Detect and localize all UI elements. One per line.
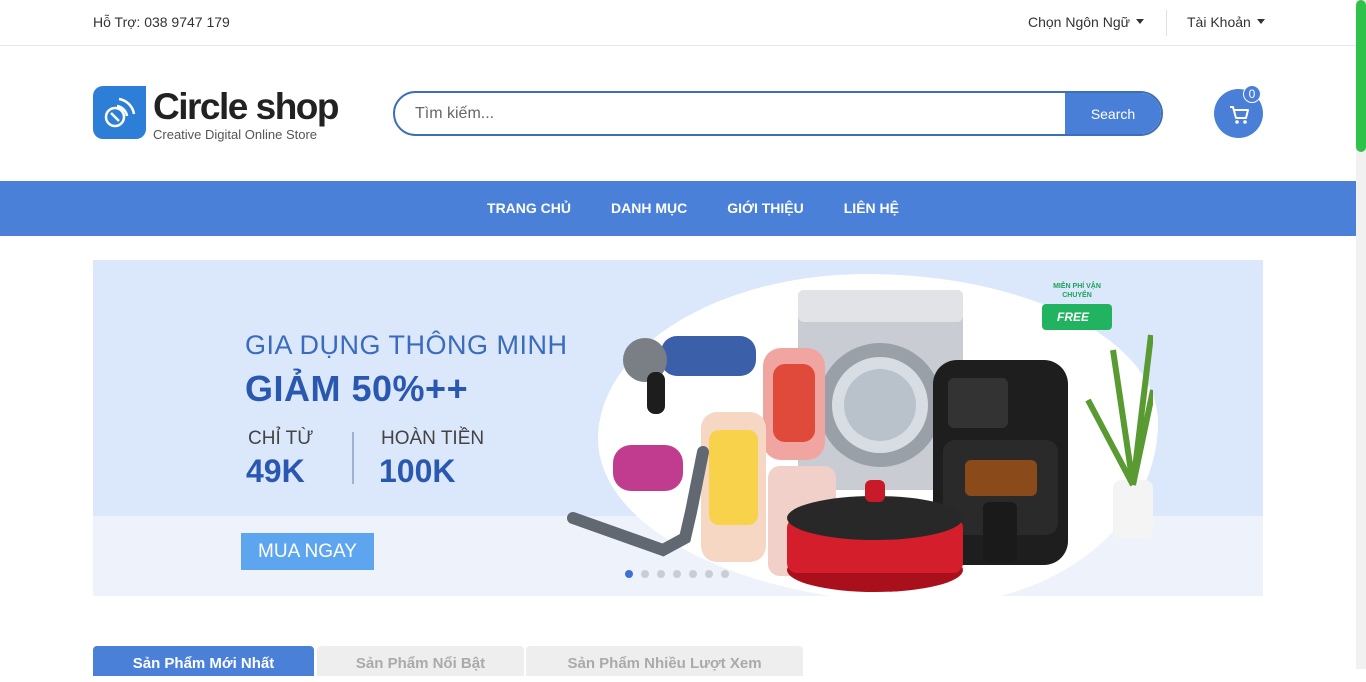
brand-name[interactable]: Circle shop [153, 86, 340, 128]
logo-icon[interactable] [93, 86, 146, 139]
tab-featured-products[interactable]: Sản Phẩm Nổi Bật [317, 646, 524, 676]
tab-most-viewed-products[interactable]: Sản Phẩm Nhiều Lượt Xem [526, 646, 803, 676]
language-label: Chọn Ngôn Ngữ [1028, 14, 1130, 30]
cart-count-badge: 0 [1243, 85, 1261, 103]
banner-from-label: CHỈ TỪ [248, 428, 314, 449]
language-dropdown[interactable]: Chọn Ngôn Ngữ [1028, 14, 1144, 30]
nav-item-categories[interactable]: DANH MỤC [591, 181, 707, 236]
chevron-down-icon [1136, 19, 1144, 24]
hero-banner[interactable]: GIA DỤNG THÔNG MINH GIẢM 50%++ CHỈ TỪ 49… [93, 260, 1263, 596]
banner-title-line2: GIẢM 50%++ [245, 368, 469, 409]
tab-newest-products[interactable]: Sản Phẩm Mới Nhất [93, 646, 314, 676]
nav-item-about[interactable]: GIỚI THIỆU [707, 181, 824, 236]
nav-item-home[interactable]: TRANG CHỦ [467, 181, 591, 236]
account-dropdown[interactable]: Tài Khoản [1187, 14, 1265, 30]
search-input[interactable] [395, 93, 1067, 134]
scrollbar-thumb[interactable] [1356, 0, 1366, 152]
search-button[interactable]: Search [1065, 93, 1161, 134]
carousel-dot[interactable] [689, 570, 697, 578]
divider [1166, 10, 1167, 36]
banner-divider [352, 432, 354, 484]
brand-tagline: Creative Digital Online Store [153, 127, 318, 142]
carousel-dot[interactable] [641, 570, 649, 578]
carousel-indicators [625, 570, 737, 578]
top-bar: Hỗ Trợ: 038 9747 179 Chọn Ngôn Ngữ Tài K… [0, 0, 1356, 46]
carousel-dot[interactable] [657, 570, 665, 578]
banner-refund-value: 100K [379, 453, 456, 489]
banner-refund-label: HOÀN TIỀN [381, 428, 485, 449]
carousel-dot[interactable] [625, 570, 633, 578]
main-nav: TRANG CHỦ DANH MỤC GIỚI THIỆU LIÊN HỆ [0, 181, 1356, 236]
shop-now-button[interactable]: MUA NGAY [241, 533, 374, 570]
banner-from-value: 49K [246, 453, 305, 489]
carousel-dot[interactable] [721, 570, 729, 578]
carousel-dot[interactable] [705, 570, 713, 578]
nav-item-contact[interactable]: LIÊN HỆ [824, 181, 919, 236]
search-bar: Search [393, 91, 1163, 136]
chevron-down-icon [1256, 19, 1265, 24]
support-phone: Hỗ Trợ: 038 9747 179 [93, 14, 230, 30]
free-shipping-label: MIỄN PHÍ VẬN CHUYỂN [1053, 283, 1101, 299]
carousel-dot[interactable] [673, 570, 681, 578]
free-shipping-badge: MIỄN PHÍ VẬN CHUYỂN FREE [1038, 282, 1116, 340]
account-label: Tài Khoản [1187, 14, 1251, 30]
banner-title-line1: GIA DỤNG THÔNG MINH [245, 330, 568, 360]
free-label: FREE [1056, 310, 1089, 324]
